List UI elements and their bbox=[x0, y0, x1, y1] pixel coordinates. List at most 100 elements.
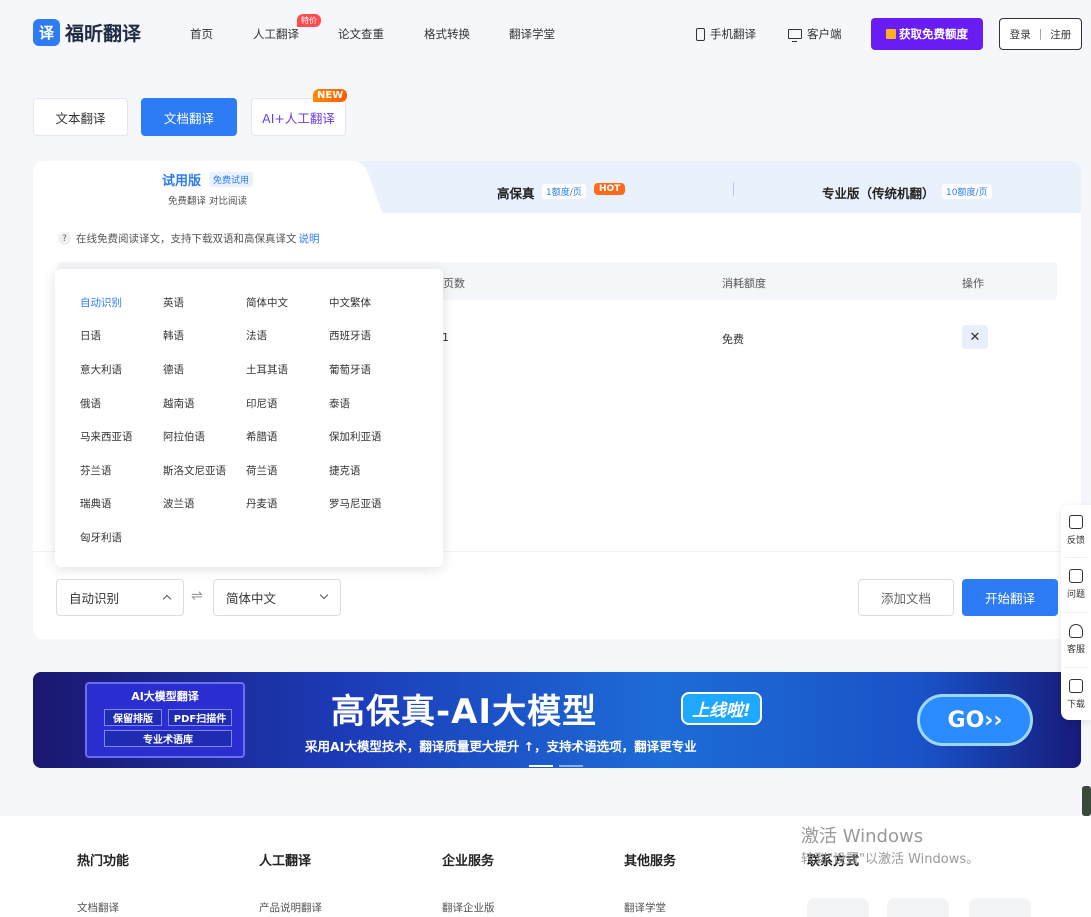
language-option[interactable]: 丹麦语 bbox=[246, 496, 278, 511]
tab-text-translation[interactable]: 文本翻译 bbox=[33, 98, 128, 136]
language-option[interactable]: 波兰语 bbox=[163, 496, 195, 511]
banner-dot[interactable] bbox=[529, 765, 553, 767]
question-button[interactable]: 问题 bbox=[1061, 569, 1091, 600]
language-option[interactable]: 印尼语 bbox=[246, 396, 278, 411]
login-register-button: 登录 | 注册 bbox=[999, 18, 1082, 50]
banner-feature-box: AI大模型翻译 保留排版 PDF扫描件 专业术语库 bbox=[85, 682, 245, 758]
get-free-quota-button[interactable]: 获取免费额度 bbox=[871, 18, 983, 50]
feedback-button[interactable]: 反馈 bbox=[1061, 515, 1091, 546]
phone-icon bbox=[696, 27, 705, 41]
banner-pagination bbox=[529, 756, 589, 768]
source-language-select[interactable]: 自动识别 bbox=[56, 579, 184, 616]
language-option[interactable]: 韩语 bbox=[163, 328, 184, 343]
language-option[interactable]: 芬兰语 bbox=[80, 463, 112, 478]
nav-home[interactable]: 首页 bbox=[190, 26, 213, 42]
swap-icon[interactable]: ⇌ bbox=[191, 588, 203, 604]
language-option[interactable]: 英语 bbox=[163, 295, 184, 310]
promo-banner[interactable]: AI大模型翻译 保留排版 PDF扫描件 专业术语库 高保真-AI大模型 上线啦!… bbox=[33, 672, 1081, 768]
feedback-label: 反馈 bbox=[1066, 536, 1085, 546]
download-button[interactable]: 下载 bbox=[1061, 679, 1091, 710]
nav-mobile[interactable]: 手机翻译 bbox=[696, 26, 756, 42]
language-option[interactable]: 瑞典语 bbox=[80, 496, 112, 511]
footer-link-doc[interactable]: 文档翻译 bbox=[77, 900, 119, 915]
language-option[interactable]: 土耳其语 bbox=[246, 362, 288, 377]
floating-sidebar: 反馈 问题 客服 下载 bbox=[1061, 505, 1091, 720]
footer-link-manual[interactable]: 产品说明翻译 bbox=[259, 900, 322, 915]
language-option[interactable]: 法语 bbox=[246, 328, 267, 343]
service-button[interactable]: 客服 bbox=[1061, 624, 1091, 655]
hot-badge: HOT bbox=[594, 183, 626, 195]
language-dropdown: 自动识别 英语 简体中文 中文繁体日语 韩语 法语 西班牙语意大利语 德语 土耳其语 葡萄牙语俄语… bbox=[55, 269, 443, 567]
language-option[interactable]: 匈牙利语 bbox=[80, 530, 122, 545]
language-option[interactable]: 俄语 bbox=[80, 396, 101, 411]
banner-chip-pdf: PDF扫描件 bbox=[168, 709, 232, 726]
target-language-select[interactable]: 简体中文 bbox=[213, 579, 341, 616]
language-option[interactable]: 荷兰语 bbox=[246, 463, 278, 478]
contact-icon[interactable] bbox=[807, 898, 869, 917]
language-option[interactable]: 泰语 bbox=[329, 396, 350, 411]
language-option[interactable]: 自动识别 bbox=[80, 295, 122, 310]
banner-go-button[interactable]: GO›› bbox=[917, 694, 1033, 746]
language-option[interactable]: 罗马尼亚语 bbox=[329, 496, 382, 511]
help-icon bbox=[1069, 569, 1083, 583]
footer-link-enterprise[interactable]: 翻译企业版 bbox=[442, 900, 495, 915]
language-option[interactable]: 希腊语 bbox=[246, 429, 278, 444]
language-option[interactable]: 简体中文 bbox=[246, 295, 288, 310]
footer-col-human: 人工翻译 bbox=[259, 854, 312, 869]
language-option[interactable]: 越南语 bbox=[163, 396, 195, 411]
new-badge: NEW bbox=[313, 89, 348, 102]
nav-human-translation[interactable]: 人工翻译 bbox=[253, 26, 299, 42]
nav-format-convert[interactable]: 格式转换 bbox=[424, 26, 470, 42]
banner-box-title: AI大模型翻译 bbox=[131, 690, 199, 703]
nav-academy[interactable]: 翻译学堂 bbox=[509, 26, 555, 42]
language-option[interactable]: 意大利语 bbox=[80, 362, 122, 377]
tab-hifi-pill: 1额度/页 bbox=[542, 184, 586, 199]
tab-hifi[interactable]: 高保真 bbox=[497, 183, 535, 202]
service-label: 客服 bbox=[1066, 645, 1085, 655]
explain-link[interactable]: 说明 bbox=[299, 231, 320, 246]
scrollbar[interactable] bbox=[1082, 786, 1091, 816]
contact-icon[interactable] bbox=[887, 898, 949, 917]
login-link[interactable]: 登录 bbox=[1010, 27, 1031, 42]
language-option[interactable]: 西班牙语 bbox=[329, 328, 371, 343]
remove-file-button[interactable]: ✕ bbox=[962, 325, 988, 349]
banner-tag: 上线啦! bbox=[681, 692, 762, 725]
start-translation-button[interactable]: 开始翻译 bbox=[962, 579, 1058, 616]
brand-name: 福昕翻译 bbox=[65, 23, 142, 45]
special-offer-badge: 特价 bbox=[297, 14, 321, 27]
chevron-up-icon bbox=[162, 594, 172, 604]
nav-client[interactable]: 客户端 bbox=[788, 26, 842, 42]
header-quota: 消耗额度 bbox=[722, 277, 766, 290]
banner-subtitle: 采用AI大模型技术，翻译质量更大提升 ↑，支持术语选项，翻译更专业 bbox=[305, 739, 697, 754]
language-option[interactable]: 保加利亚语 bbox=[329, 429, 382, 444]
add-document-button[interactable]: 添加文档 bbox=[858, 579, 954, 616]
language-option[interactable]: 日语 bbox=[80, 328, 101, 343]
headset-icon bbox=[1069, 624, 1083, 638]
language-option[interactable]: 德语 bbox=[163, 362, 184, 377]
language-option[interactable]: 中文繁体 bbox=[329, 295, 371, 310]
nav-client-label: 客户端 bbox=[807, 27, 842, 41]
language-option[interactable]: 捷克语 bbox=[329, 463, 361, 478]
gift-icon bbox=[886, 29, 896, 39]
tab-pro-pill: 10额度/页 bbox=[942, 184, 992, 199]
windows-watermark-title: 激活 Windows bbox=[801, 826, 924, 847]
nav-paper-check[interactable]: 论文查重 bbox=[338, 26, 384, 42]
tab-trial-subtitle: 免费翻译 对比阅读 bbox=[168, 196, 248, 207]
register-link[interactable]: 注册 bbox=[1050, 27, 1071, 42]
logo[interactable]: 译 福昕翻译 bbox=[33, 19, 141, 46]
get-free-quota-label: 获取免费额度 bbox=[899, 27, 968, 41]
footer-link-academy[interactable]: 翻译学堂 bbox=[624, 900, 666, 915]
language-option[interactable]: 马来西亚语 bbox=[80, 429, 133, 444]
info-line: ? 在线免费阅读译文，支持下载双语和高保真译文 说明 bbox=[58, 231, 320, 246]
language-option[interactable]: 葡萄牙语 bbox=[329, 362, 371, 377]
header-action: 操作 bbox=[962, 277, 984, 290]
language-option[interactable]: 斯洛文尼亚语 bbox=[163, 463, 226, 478]
tab-trial-pill: 免费试用 bbox=[209, 172, 254, 187]
tab-ai-human-translation[interactable]: AI+人工翻译 bbox=[251, 98, 346, 136]
contact-icon[interactable] bbox=[969, 898, 1031, 917]
tab-pro[interactable]: 专业版（传统机翻） bbox=[822, 183, 935, 202]
banner-dot[interactable] bbox=[559, 765, 583, 767]
question-icon: ? bbox=[58, 232, 71, 245]
tab-document-translation[interactable]: 文档翻译 bbox=[141, 98, 237, 136]
language-option[interactable]: 阿拉伯语 bbox=[163, 429, 205, 444]
